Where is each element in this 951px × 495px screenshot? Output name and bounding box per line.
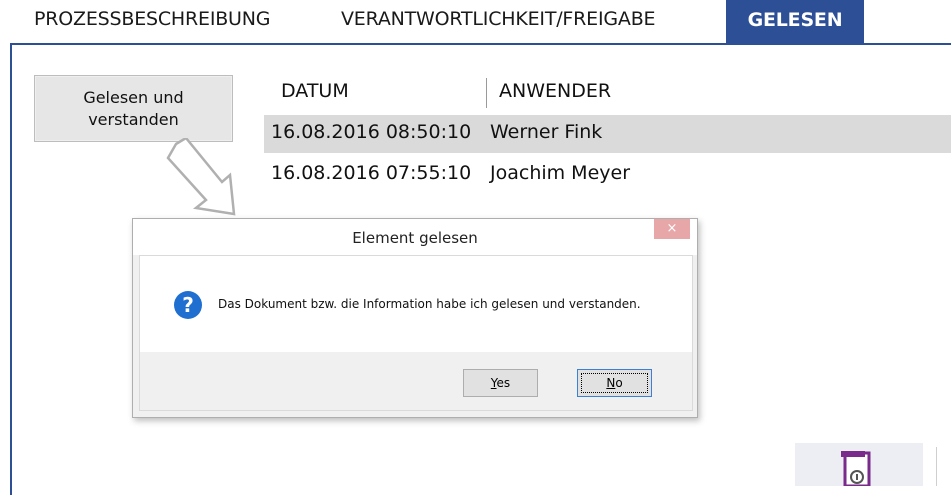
- divider: [936, 447, 937, 486]
- yes-button[interactable]: Yes: [463, 369, 538, 397]
- column-header-user[interactable]: ANWENDER: [499, 80, 611, 102]
- document-info-icon: [841, 451, 871, 486]
- row-date: 16.08.2016 08:50:10: [271, 121, 472, 143]
- no-button[interactable]: No: [577, 369, 652, 397]
- down-arrow-icon: [166, 138, 236, 216]
- message-dialog: Element gelesen × ? Das Dokument bzw. di…: [132, 218, 698, 418]
- focus-rectangle: [581, 373, 648, 393]
- question-icon: ?: [174, 291, 202, 319]
- table-row[interactable]: 16.08.2016 07:55:10 Joachim Meyer: [264, 156, 951, 194]
- row-user: Werner Fink: [490, 121, 603, 143]
- dialog-title: Element gelesen: [133, 219, 697, 255]
- dialog-message: Das Dokument bzw. die Information habe i…: [218, 297, 641, 311]
- tab-prozessbeschreibung[interactable]: PROZESSBESCHREIBUNG: [34, 8, 271, 30]
- tab-gelesen[interactable]: GELESEN: [726, 0, 864, 44]
- close-icon[interactable]: ×: [654, 219, 690, 239]
- read-and-understood-button[interactable]: Gelesen und verstanden: [34, 75, 233, 142]
- row-date: 16.08.2016 07:55:10: [271, 162, 472, 184]
- dialog-body: ? Das Dokument bzw. die Information habe…: [139, 255, 693, 411]
- tab-bar: PROZESSBESCHREIBUNG VERANTWORTLICHKEIT/F…: [0, 0, 951, 44]
- table-row[interactable]: 16.08.2016 08:50:10 Werner Fink: [264, 115, 951, 153]
- read-button-line1: Gelesen und: [83, 87, 184, 107]
- yes-label-rest: es: [496, 376, 511, 390]
- dialog-message-area: ? Das Dokument bzw. die Information habe…: [140, 256, 692, 352]
- read-button-line2: verstanden: [88, 109, 179, 129]
- column-header-date[interactable]: DATUM: [281, 80, 349, 102]
- tab-verantwortlichkeit-freigabe[interactable]: VERANTWORTLICHKEIT/FREIGABE: [341, 8, 656, 30]
- column-separator[interactable]: [486, 78, 487, 108]
- row-user: Joachim Meyer: [490, 162, 631, 184]
